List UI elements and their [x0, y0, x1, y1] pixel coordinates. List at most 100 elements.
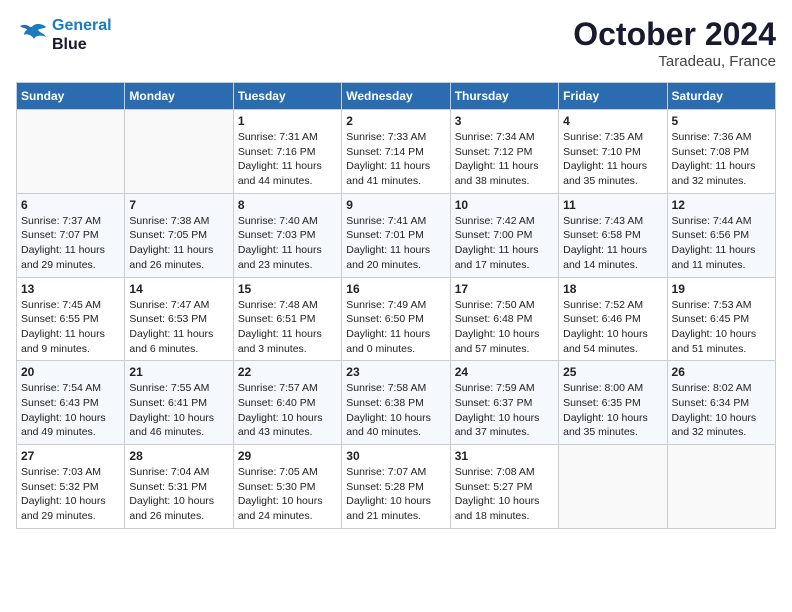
- day-cell: 21Sunrise: 7:55 AM Sunset: 6:41 PM Dayli…: [125, 361, 233, 445]
- day-info: Sunrise: 7:40 AM Sunset: 7:03 PM Dayligh…: [238, 214, 337, 273]
- day-cell: 2 Sunrise: 7:33 AM Sunset: 7:14 PM Daylig…: [342, 110, 450, 194]
- day-info: Sunrise: 7:07 AM Sunset: 5:28 PM Dayligh…: [346, 465, 445, 524]
- day-info: Sunrise: 8:02 AM Sunset: 6:34 PM Dayligh…: [672, 381, 771, 440]
- day-info: Sunrise: 7:52 AM Sunset: 6:46 PM Dayligh…: [563, 298, 662, 357]
- day-cell: 13Sunrise: 7:45 AM Sunset: 6:55 PM Dayli…: [17, 277, 125, 361]
- day-cell: 28 Sunrise: 7:04 AM Sunset: 5:31 PM Dayli…: [125, 445, 233, 529]
- day-cell: [667, 445, 775, 529]
- day-number: 4: [563, 114, 662, 128]
- day-info: Sunrise: 7:31 AM Sunset: 7:16 PM Dayligh…: [238, 130, 337, 189]
- day-cell: 27 Sunrise: 7:03 AM Sunset: 5:32 PM Dayli…: [17, 445, 125, 529]
- week-row-5: 27 Sunrise: 7:03 AM Sunset: 5:32 PM Dayli…: [17, 445, 776, 529]
- day-info: Sunrise: 7:48 AM Sunset: 6:51 PM Dayligh…: [238, 298, 337, 357]
- day-number: 17: [455, 282, 554, 296]
- day-cell: 6 Sunrise: 7:37 AM Sunset: 7:07 PM Daylig…: [17, 193, 125, 277]
- day-cell: 5 Sunrise: 7:36 AM Sunset: 7:08 PM Daylig…: [667, 110, 775, 194]
- title-block: October 2024 Taradeau, France: [573, 16, 776, 70]
- logo-icon: [16, 21, 48, 49]
- day-cell: 26 Sunrise: 8:02 AM Sunset: 6:34 PM Dayli…: [667, 361, 775, 445]
- day-info: Sunrise: 7:43 AM Sunset: 6:58 PM Dayligh…: [563, 214, 662, 273]
- calendar-table: SundayMondayTuesdayWednesdayThursdayFrid…: [16, 82, 776, 529]
- day-cell: 10 Sunrise: 7:42 AM Sunset: 7:00 PM Dayli…: [450, 193, 558, 277]
- day-info: Sunrise: 7:05 AM Sunset: 5:30 PM Dayligh…: [238, 465, 337, 524]
- day-number: 2: [346, 114, 445, 128]
- day-info: Sunrise: 7:34 AM Sunset: 7:12 PM Dayligh…: [455, 130, 554, 189]
- day-cell: 22Sunrise: 7:57 AM Sunset: 6:40 PM Dayli…: [233, 361, 341, 445]
- day-cell: 4 Sunrise: 7:35 AM Sunset: 7:10 PM Daylig…: [559, 110, 667, 194]
- day-cell: [17, 110, 125, 194]
- page-header: General Blue October 2024 Taradeau, Fran…: [16, 16, 776, 70]
- day-info: Sunrise: 7:41 AM Sunset: 7:01 PM Dayligh…: [346, 214, 445, 273]
- week-row-3: 13Sunrise: 7:45 AM Sunset: 6:55 PM Dayli…: [17, 277, 776, 361]
- day-cell: 12Sunrise: 7:44 AM Sunset: 6:56 PM Dayli…: [667, 193, 775, 277]
- col-header-wednesday: Wednesday: [342, 83, 450, 110]
- day-number: 18: [563, 282, 662, 296]
- day-number: 6: [21, 198, 120, 212]
- day-cell: 30 Sunrise: 7:07 AM Sunset: 5:28 PM Dayli…: [342, 445, 450, 529]
- day-number: 23: [346, 365, 445, 379]
- col-header-tuesday: Tuesday: [233, 83, 341, 110]
- day-cell: 20 Sunrise: 7:54 AM Sunset: 6:43 PM Dayli…: [17, 361, 125, 445]
- day-info: Sunrise: 7:49 AM Sunset: 6:50 PM Dayligh…: [346, 298, 445, 357]
- day-number: 7: [129, 198, 228, 212]
- day-info: Sunrise: 7:33 AM Sunset: 7:14 PM Dayligh…: [346, 130, 445, 189]
- day-number: 8: [238, 198, 337, 212]
- day-cell: 7 Sunrise: 7:38 AM Sunset: 7:05 PM Daylig…: [125, 193, 233, 277]
- day-cell: 14Sunrise: 7:47 AM Sunset: 6:53 PM Dayli…: [125, 277, 233, 361]
- day-info: Sunrise: 7:36 AM Sunset: 7:08 PM Dayligh…: [672, 130, 771, 189]
- day-cell: 29 Sunrise: 7:05 AM Sunset: 5:30 PM Dayli…: [233, 445, 341, 529]
- day-cell: 31Sunrise: 7:08 AM Sunset: 5:27 PM Dayli…: [450, 445, 558, 529]
- week-row-2: 6 Sunrise: 7:37 AM Sunset: 7:07 PM Daylig…: [17, 193, 776, 277]
- day-cell: 3Sunrise: 7:34 AM Sunset: 7:12 PM Daylig…: [450, 110, 558, 194]
- day-cell: 24 Sunrise: 7:59 AM Sunset: 6:37 PM Dayli…: [450, 361, 558, 445]
- day-number: 25: [563, 365, 662, 379]
- day-number: 26: [672, 365, 771, 379]
- day-number: 14: [129, 282, 228, 296]
- day-cell: 8 Sunrise: 7:40 AM Sunset: 7:03 PM Daylig…: [233, 193, 341, 277]
- day-number: 24: [455, 365, 554, 379]
- day-cell: 25 Sunrise: 8:00 AM Sunset: 6:35 PM Dayli…: [559, 361, 667, 445]
- day-number: 27: [21, 449, 120, 463]
- day-number: 20: [21, 365, 120, 379]
- col-header-friday: Friday: [559, 83, 667, 110]
- day-number: 28: [129, 449, 228, 463]
- day-cell: 15 Sunrise: 7:48 AM Sunset: 6:51 PM Dayli…: [233, 277, 341, 361]
- col-header-sunday: Sunday: [17, 83, 125, 110]
- col-header-monday: Monday: [125, 83, 233, 110]
- day-info: Sunrise: 7:04 AM Sunset: 5:31 PM Dayligh…: [129, 465, 228, 524]
- day-number: 15: [238, 282, 337, 296]
- day-info: Sunrise: 7:54 AM Sunset: 6:43 PM Dayligh…: [21, 381, 120, 440]
- day-number: 10: [455, 198, 554, 212]
- day-info: Sunrise: 7:35 AM Sunset: 7:10 PM Dayligh…: [563, 130, 662, 189]
- day-cell: 17 Sunrise: 7:50 AM Sunset: 6:48 PM Dayli…: [450, 277, 558, 361]
- day-info: Sunrise: 7:50 AM Sunset: 6:48 PM Dayligh…: [455, 298, 554, 357]
- day-info: Sunrise: 7:38 AM Sunset: 7:05 PM Dayligh…: [129, 214, 228, 273]
- day-number: 31: [455, 449, 554, 463]
- day-cell: 19 Sunrise: 7:53 AM Sunset: 6:45 PM Dayli…: [667, 277, 775, 361]
- day-info: Sunrise: 7:37 AM Sunset: 7:07 PM Dayligh…: [21, 214, 120, 273]
- day-info: Sunrise: 7:42 AM Sunset: 7:00 PM Dayligh…: [455, 214, 554, 273]
- calendar-header-row: SundayMondayTuesdayWednesdayThursdayFrid…: [17, 83, 776, 110]
- day-number: 19: [672, 282, 771, 296]
- day-number: 5: [672, 114, 771, 128]
- col-header-thursday: Thursday: [450, 83, 558, 110]
- day-info: Sunrise: 7:45 AM Sunset: 6:55 PM Dayligh…: [21, 298, 120, 357]
- day-cell: 1Sunrise: 7:31 AM Sunset: 7:16 PM Daylig…: [233, 110, 341, 194]
- day-number: 11: [563, 198, 662, 212]
- logo: General Blue: [16, 16, 112, 54]
- day-cell: [559, 445, 667, 529]
- day-number: 29: [238, 449, 337, 463]
- day-info: Sunrise: 7:53 AM Sunset: 6:45 PM Dayligh…: [672, 298, 771, 357]
- day-number: 9: [346, 198, 445, 212]
- day-info: Sunrise: 8:00 AM Sunset: 6:35 PM Dayligh…: [563, 381, 662, 440]
- day-info: Sunrise: 7:59 AM Sunset: 6:37 PM Dayligh…: [455, 381, 554, 440]
- week-row-1: 1Sunrise: 7:31 AM Sunset: 7:16 PM Daylig…: [17, 110, 776, 194]
- day-cell: 9 Sunrise: 7:41 AM Sunset: 7:01 PM Daylig…: [342, 193, 450, 277]
- day-info: Sunrise: 7:44 AM Sunset: 6:56 PM Dayligh…: [672, 214, 771, 273]
- location-label: Taradeau, France: [573, 53, 776, 70]
- day-number: 16: [346, 282, 445, 296]
- day-info: Sunrise: 7:57 AM Sunset: 6:40 PM Dayligh…: [238, 381, 337, 440]
- day-number: 30: [346, 449, 445, 463]
- day-cell: [125, 110, 233, 194]
- day-info: Sunrise: 7:03 AM Sunset: 5:32 PM Dayligh…: [21, 465, 120, 524]
